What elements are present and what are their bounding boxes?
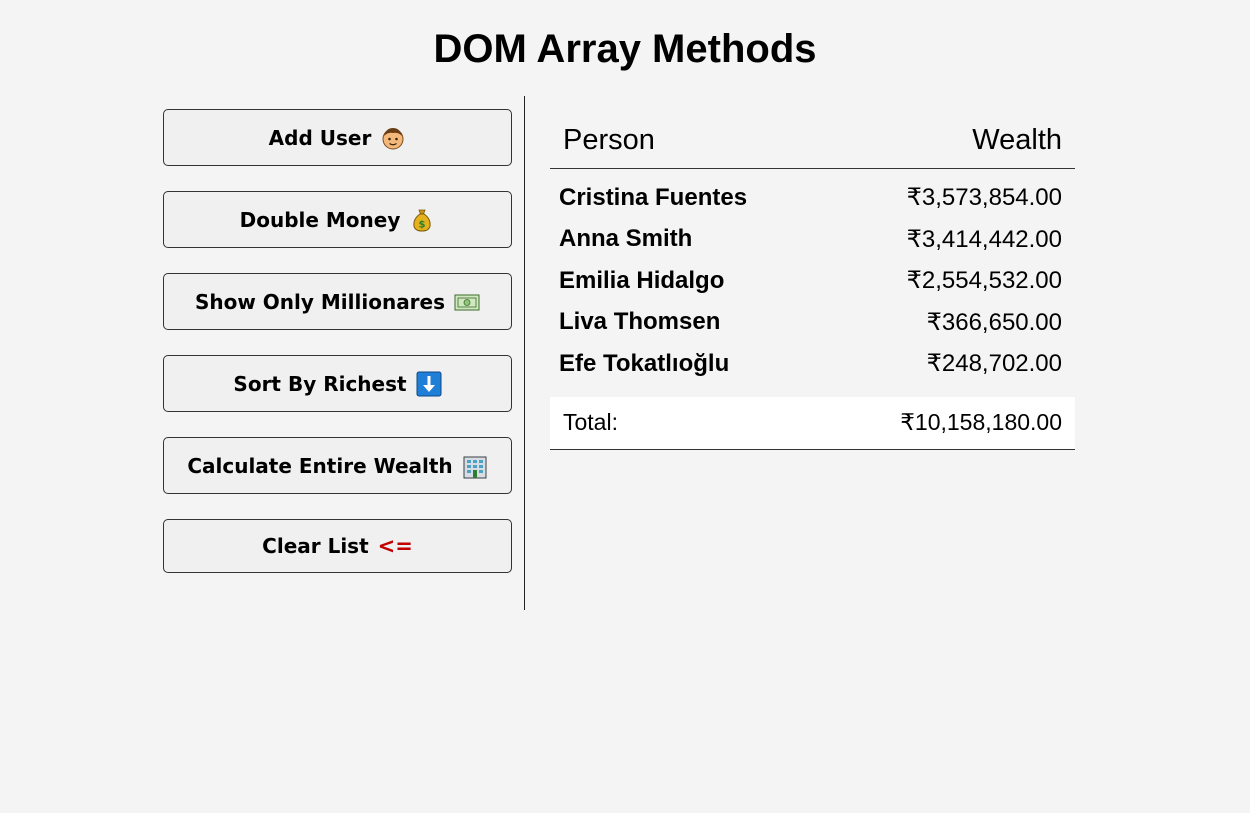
clear-list-label: Clear List bbox=[262, 534, 369, 558]
sort-richest-button[interactable]: Sort By Richest bbox=[163, 355, 512, 412]
person-wealth: ₹3,573,854.00 bbox=[906, 184, 1062, 212]
add-user-button[interactable]: Add User bbox=[163, 109, 512, 166]
person-wealth: ₹248,702.00 bbox=[926, 350, 1062, 378]
person-name: Emilia Hidalgo bbox=[559, 266, 725, 294]
down-arrow-icon bbox=[416, 371, 442, 397]
table-row: Anna Smith ₹3,414,442.00 bbox=[550, 219, 1075, 261]
person-name: Anna Smith bbox=[559, 225, 693, 253]
back-arrow-icon: <= bbox=[377, 534, 413, 558]
person-wealth: ₹2,554,532.00 bbox=[906, 267, 1062, 295]
person-name: Efe Tokatlıoğlu bbox=[559, 349, 730, 377]
table-header: Person Wealth bbox=[550, 113, 1075, 169]
bank-building-icon bbox=[462, 453, 488, 479]
sort-richest-label: Sort By Richest bbox=[233, 371, 407, 396]
clear-list-button[interactable]: Clear List <= bbox=[163, 519, 512, 573]
double-money-label: Double Money bbox=[239, 207, 401, 232]
show-millionaires-label: Show Only Millionares bbox=[194, 289, 446, 314]
total-row: Total: ₹10,158,180.00 bbox=[550, 396, 1075, 450]
person-list: Cristina Fuentes ₹3,573,854.00 Anna Smit… bbox=[550, 169, 1075, 385]
show-millionaires-button[interactable]: Show Only Millionares bbox=[163, 273, 512, 330]
calculate-wealth-button[interactable]: Calculate Entire Wealth bbox=[163, 437, 512, 494]
person-name: Liva Thomsen bbox=[559, 308, 721, 336]
page-title: DOM Array Methods bbox=[433, 27, 817, 71]
person-wealth: ₹366,650.00 bbox=[926, 308, 1062, 336]
wealth-table: Person Wealth Cristina Fuentes ₹3,573,85… bbox=[550, 113, 1075, 450]
actions-panel: Add User Double Money $ Show Only Millio… bbox=[163, 96, 525, 610]
table-row: Cristina Fuentes ₹3,573,854.00 bbox=[550, 177, 1075, 219]
add-user-label: Add User bbox=[268, 125, 372, 150]
double-money-button[interactable]: Double Money $ bbox=[163, 191, 512, 248]
total-value: ₹10,158,180.00 bbox=[900, 409, 1062, 435]
table-row: Liva Thomsen ₹366,650.00 bbox=[550, 302, 1075, 344]
man-face-icon bbox=[380, 125, 406, 151]
total-label: Total: bbox=[563, 409, 618, 435]
wealth-column-header: Wealth bbox=[972, 124, 1062, 156]
table-row: Efe Tokatlıoğlu ₹248,702.00 bbox=[550, 343, 1075, 385]
dollar-banknote-icon bbox=[454, 289, 480, 315]
money-bag-icon: $ bbox=[409, 207, 435, 233]
calculate-wealth-label: Calculate Entire Wealth bbox=[187, 453, 453, 478]
person-wealth: ₹3,414,442.00 bbox=[906, 225, 1062, 253]
table-row: Emilia Hidalgo ₹2,554,532.00 bbox=[550, 260, 1075, 302]
person-column-header: Person bbox=[563, 124, 655, 156]
svg-text:$: $ bbox=[419, 219, 426, 230]
person-name: Cristina Fuentes bbox=[559, 183, 748, 211]
